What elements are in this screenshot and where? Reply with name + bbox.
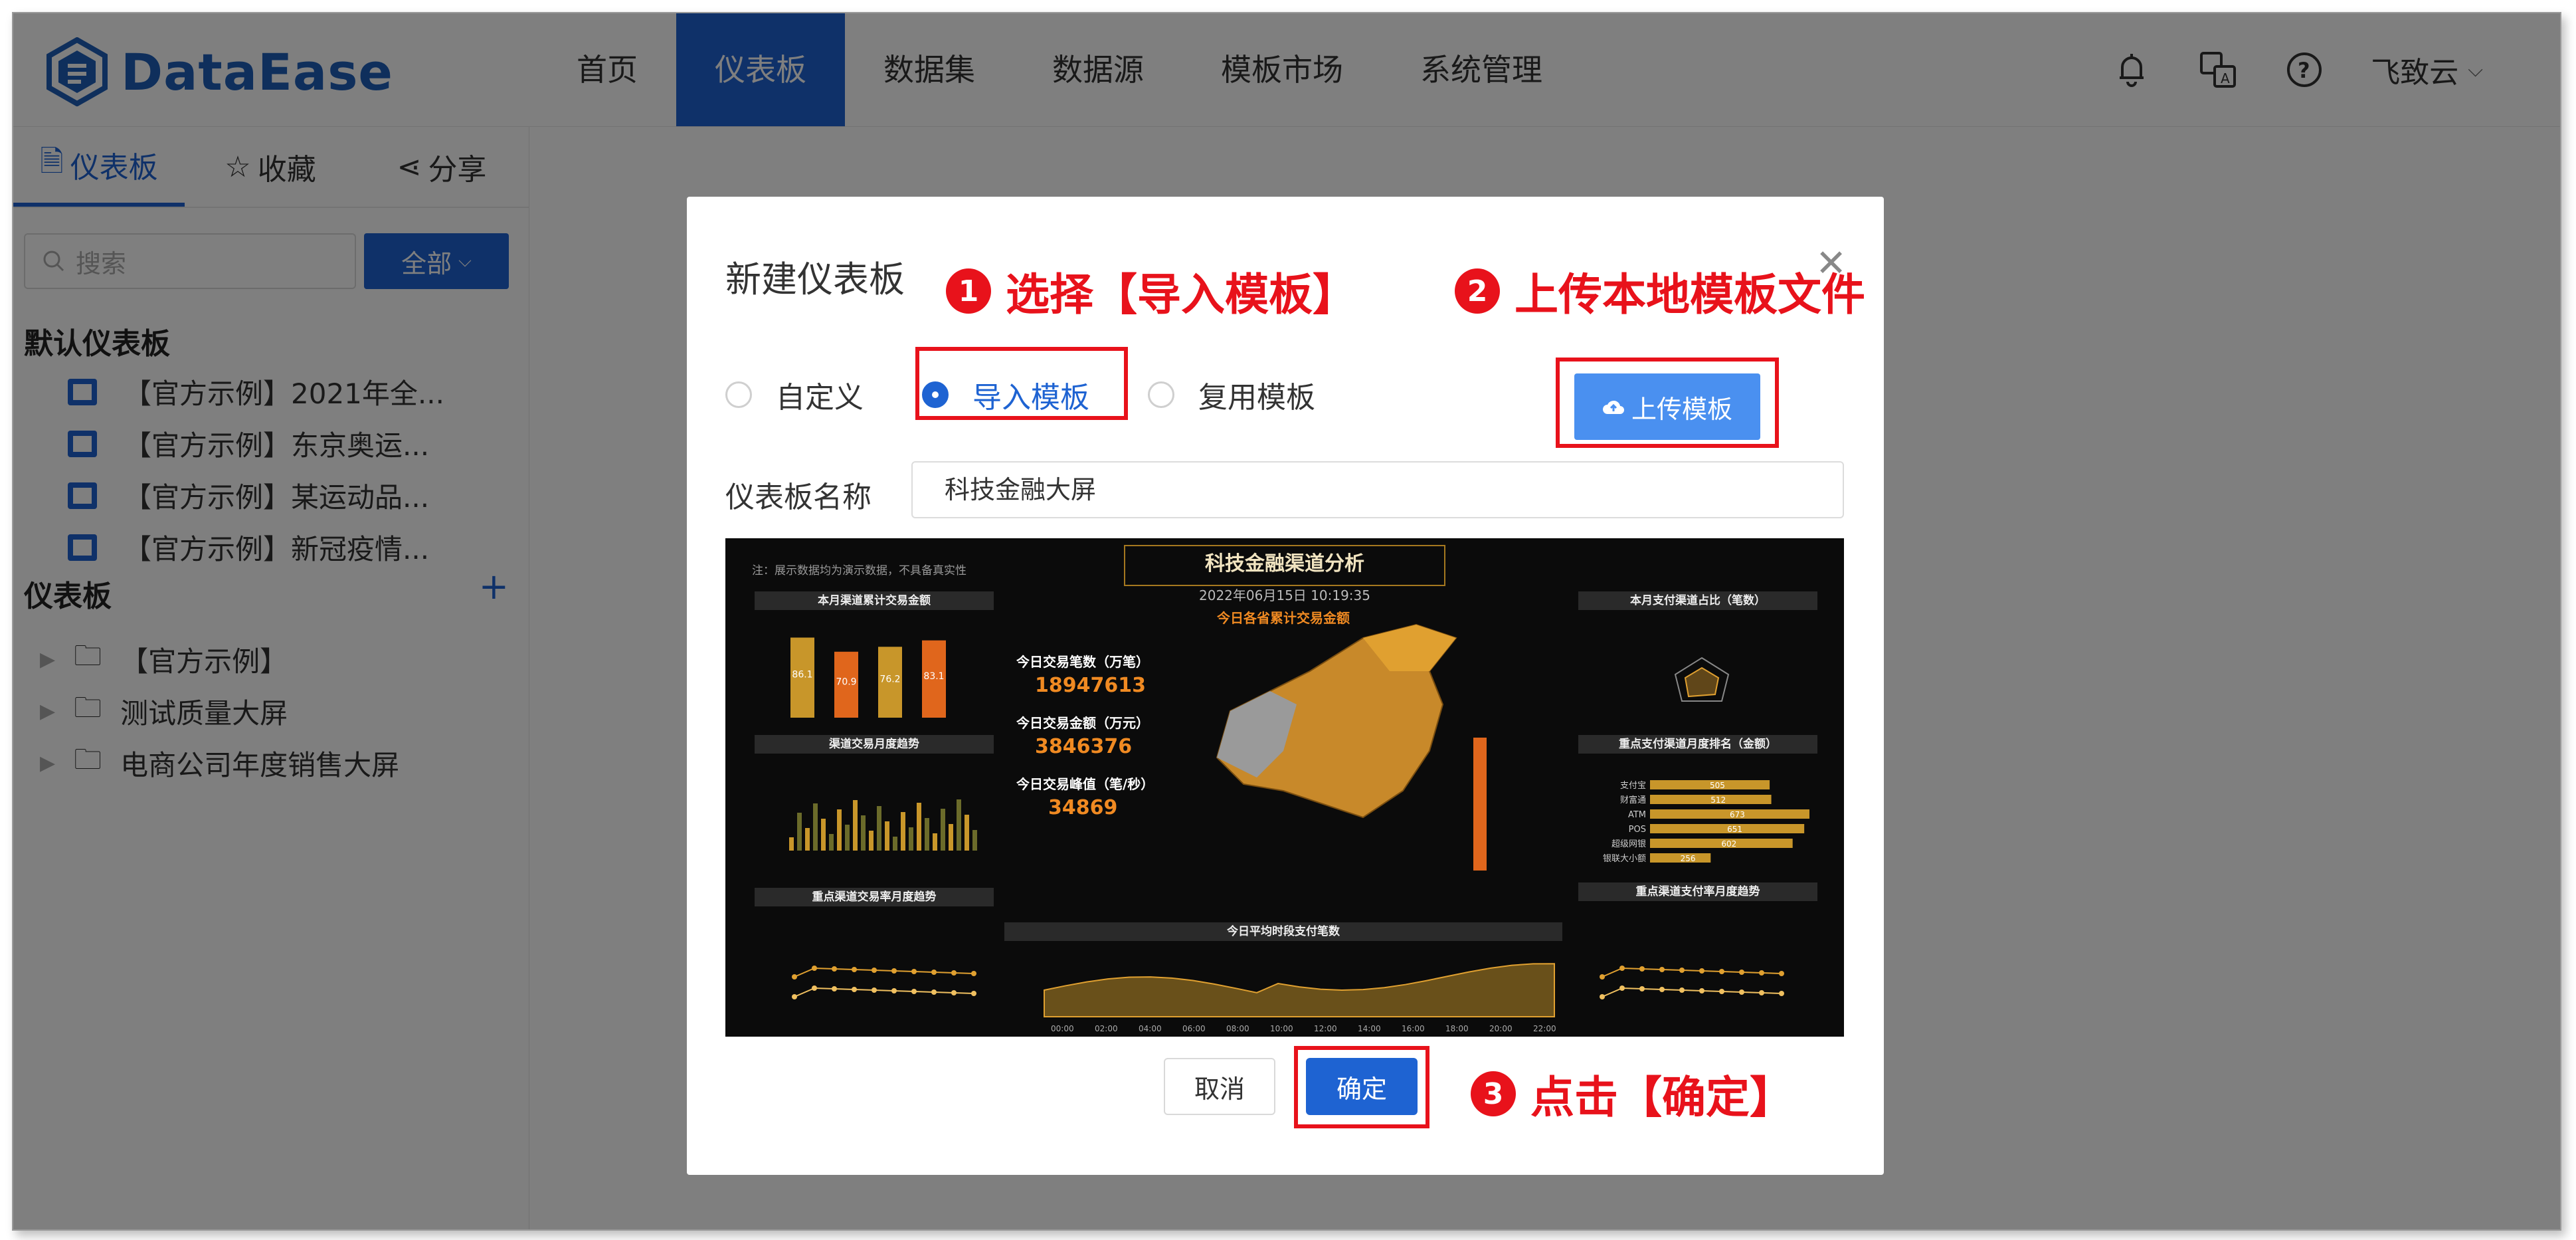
highlight-box [1556,358,1779,448]
x-tick-label: 22:00 [1533,1024,1556,1033]
ranking-label: 支付宝 [1620,781,1646,791]
x-tick-label: 00:00 [1051,1024,1074,1033]
step1-annotation: 1 选择【导入模板】 [946,259,1356,323]
radar-area [1684,667,1720,698]
new-dashboard-dialog: 新建仪表板 ✕ 1 选择【导入模板】 2 上传本地模板文件 自定义 导入模板 复… [687,197,1884,1175]
cancel-button[interactable]: 取消 [1164,1058,1275,1115]
bar-data-label: 86.1 [792,670,812,680]
radio-custom[interactable]: 自定义 [725,373,864,416]
trend-bar [893,837,897,851]
trend-bar [845,825,850,851]
trend-bar [957,799,961,851]
highlight-box [1294,1046,1429,1128]
trend-bar [972,830,977,851]
ranking-label: POS [1629,825,1646,835]
trend-bar [869,831,874,851]
trend-bar [909,827,913,851]
trend-bar [861,815,866,851]
trend-bar [797,813,802,851]
trend-bar [965,815,969,851]
preview-graphics: 86.1 70.9 76.2 83.1 支付宝 505 财富通 512 ATM 673 POS 651… [789,623,1809,1033]
step3-text: 点击【确定】 [1530,1072,1794,1123]
trend-bar [925,818,929,851]
step3-annotation: 3 点击【确定】 [1471,1062,1794,1126]
bar-data-label: 76.2 [879,674,900,685]
ranking-value: 673 [1730,810,1745,819]
x-tick-label: 10:00 [1270,1024,1293,1033]
ranking-value: 651 [1727,825,1742,834]
step2-annotation: 2 上传本地模板文件 [1455,259,1865,323]
step1-text: 选择【导入模板】 [1006,269,1356,320]
trend-bar [941,809,945,851]
bar-data-label: 83.1 [923,671,944,682]
map-legend-gauge [1473,738,1487,871]
highlight-box [915,347,1128,420]
trend-bar [789,837,794,851]
trend-bar [829,834,834,851]
trend-bar [837,809,842,851]
radio-circle [725,381,752,408]
x-tick-label: 16:00 [1402,1024,1425,1033]
right-line-series-b [1602,987,1782,997]
trend-bar [853,800,858,851]
x-tick-label: 04:00 [1139,1024,1162,1033]
ranking-label: 财富通 [1620,795,1646,805]
x-tick-label: 14:00 [1358,1024,1381,1033]
trend-bar [813,803,818,851]
ranking-label: ATM [1628,810,1646,820]
bar-data-label: 70.9 [836,676,856,687]
app-window: DataEase 首页 仪表板 数据集 数据源 模板市场 系统管理 A ? 飞致… [12,12,2561,1231]
template-preview: 注：展示数据均为演示数据，不具备真实性 科技金融渠道分析 2022年06月15日… [725,538,1844,1037]
trend-bar [949,824,953,851]
name-label: 仪表板名称 [725,480,872,514]
dashboard-name-input[interactable]: 科技金融大屏 [911,461,1844,518]
radio-label: 复用模板 [1198,381,1315,415]
right-line-series-a [1602,967,1782,978]
x-tick-label: 02:00 [1095,1024,1118,1033]
x-tick-label: 06:00 [1182,1024,1206,1033]
step2-badge: 2 [1455,268,1500,314]
step1-badge: 1 [946,268,991,314]
trend-bar [805,828,810,851]
ranking-label: 超级网银 [1611,839,1646,849]
radio-reuse-template[interactable]: 复用模板 [1148,373,1315,416]
dialog-title: 新建仪表板 [725,258,905,300]
radio-circle [1148,381,1174,408]
x-tick-label: 12:00 [1314,1024,1337,1033]
step2-text: 上传本地模板文件 [1515,269,1865,320]
x-tick-label: 20:00 [1489,1024,1513,1033]
ranking-value: 256 [1681,854,1696,863]
left-line-series-b [794,987,974,997]
trend-bar [901,812,905,851]
trend-bar [917,803,921,851]
bottom-area-series [1044,963,1555,1017]
trend-bar [933,833,937,851]
x-tick-label: 18:00 [1445,1024,1469,1033]
trend-bar [885,821,889,851]
trend-bar [821,819,826,851]
radio-label: 自定义 [776,381,864,415]
left-line-series-a [794,967,974,978]
ranking-value: 505 [1710,781,1725,790]
step3-badge: 3 [1471,1071,1516,1116]
trend-bar [877,806,881,851]
ranking-value: 602 [1721,839,1736,849]
ranking-value: 512 [1710,795,1726,805]
x-tick-label: 08:00 [1226,1024,1249,1033]
ranking-label: 银联大小额 [1603,854,1646,864]
